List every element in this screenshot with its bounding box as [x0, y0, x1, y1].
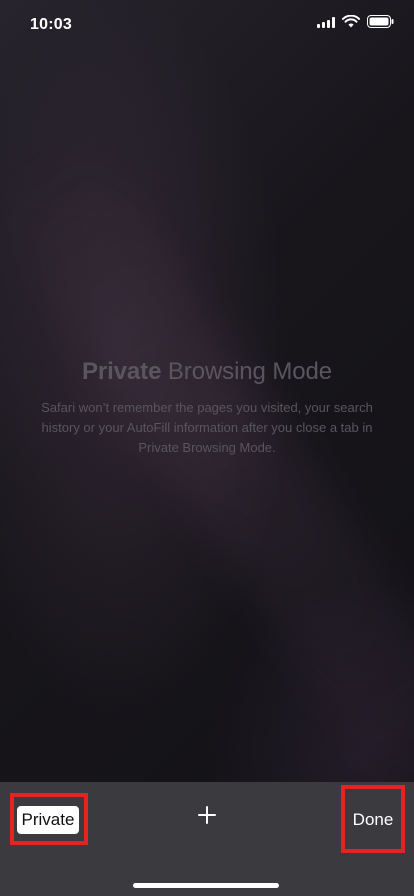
status-icons [317, 15, 394, 28]
private-button[interactable]: Private [17, 806, 79, 834]
safari-private-browsing-screen: 10:03 Private Browsing Mode Safari won’t… [0, 0, 414, 896]
tab-switcher-toolbar: Private Done [0, 782, 414, 896]
plus-icon[interactable] [195, 803, 219, 827]
home-indicator [133, 883, 279, 888]
status-bar: 10:03 [0, 0, 414, 48]
cellular-signal-icon [317, 16, 335, 28]
private-title-rest: Browsing Mode [161, 358, 333, 385]
done-button[interactable]: Done [347, 808, 399, 832]
private-browsing-title: Private Browsing Mode [0, 356, 414, 388]
status-time: 10:03 [30, 16, 72, 33]
battery-icon [367, 15, 394, 28]
private-browsing-message: Private Browsing Mode Safari won’t remem… [0, 356, 414, 458]
wifi-icon [342, 15, 360, 28]
private-browsing-description: Safari won’t remember the pages you visi… [41, 400, 373, 455]
private-title-strong: Private [81, 358, 162, 385]
